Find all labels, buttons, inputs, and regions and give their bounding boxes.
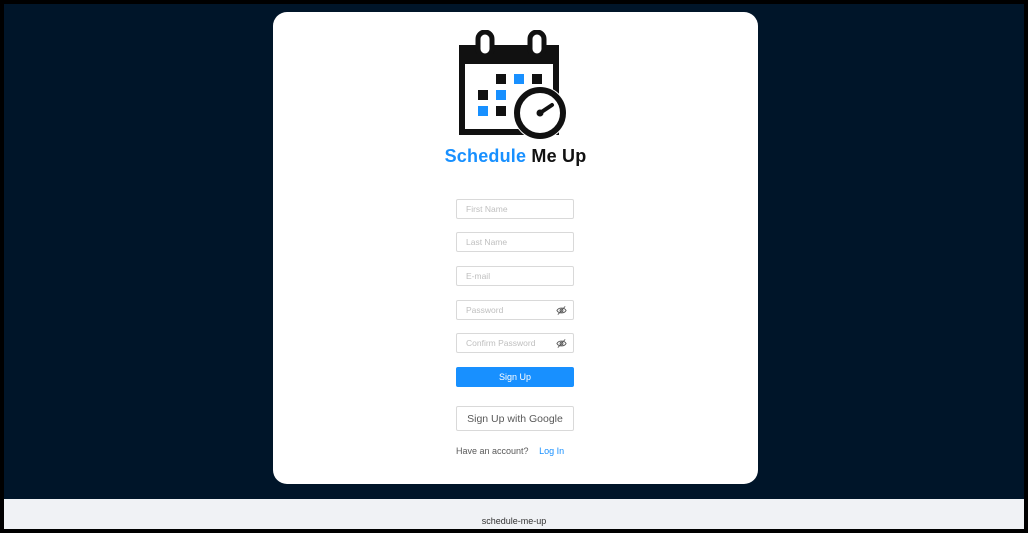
brand-title-schedule: Schedule bbox=[444, 146, 527, 166]
sign-up-button[interactable]: Sign Up bbox=[456, 367, 574, 387]
last-name-input[interactable] bbox=[457, 233, 573, 251]
have-account-text: Have an account? bbox=[456, 446, 529, 456]
brand-title: Schedule Me Up bbox=[273, 146, 758, 167]
sign-up-google-button[interactable]: Sign Up with Google bbox=[456, 406, 574, 431]
eye-invisible-icon[interactable] bbox=[556, 305, 567, 316]
last-name-field[interactable] bbox=[456, 232, 574, 252]
footer: schedule-me-up bbox=[4, 499, 1024, 529]
eye-invisible-icon[interactable] bbox=[556, 338, 567, 349]
password-field[interactable] bbox=[456, 300, 574, 320]
signup-card: Schedule Me Up First Name Last Name E-ma… bbox=[273, 12, 758, 484]
app-frame: Schedule Me Up First Name Last Name E-ma… bbox=[4, 4, 1024, 529]
first-name-input[interactable] bbox=[457, 200, 573, 218]
confirm-password-field[interactable] bbox=[456, 333, 574, 353]
email-field[interactable] bbox=[456, 266, 574, 286]
email-input[interactable] bbox=[457, 267, 573, 285]
first-name-field[interactable] bbox=[456, 199, 574, 219]
login-prompt: Have an account? Log In bbox=[456, 446, 564, 456]
login-link[interactable]: Log In bbox=[539, 446, 564, 456]
brand-title-me-up: Me Up bbox=[531, 146, 587, 166]
calendar-clock-icon bbox=[459, 30, 567, 140]
footer-text: schedule-me-up bbox=[481, 516, 547, 526]
